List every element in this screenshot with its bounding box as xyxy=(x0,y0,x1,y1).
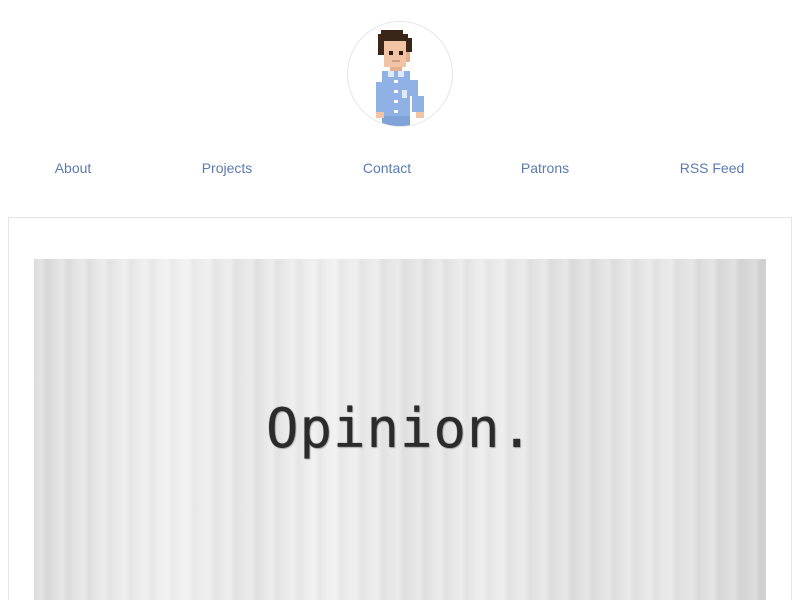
pixel-art-man-avatar-icon xyxy=(376,30,424,126)
nav-link-projects[interactable]: Projects xyxy=(202,159,253,177)
main-nav: About Projects Contact Patrons RSS Feed xyxy=(0,159,800,179)
site-avatar[interactable] xyxy=(347,21,453,127)
nav-link-rss-feed[interactable]: RSS Feed xyxy=(680,159,745,177)
nav-link-about[interactable]: About xyxy=(55,159,92,177)
article-hero-image[interactable]: Opinion. xyxy=(34,259,766,600)
page: About Projects Contact Patrons RSS Feed … xyxy=(0,0,800,600)
nav-link-patrons[interactable]: Patrons xyxy=(521,159,569,177)
nav-link-contact[interactable]: Contact xyxy=(363,159,411,177)
article-card: Opinion. xyxy=(8,217,792,600)
hero-image-text: Opinion. xyxy=(265,397,535,460)
